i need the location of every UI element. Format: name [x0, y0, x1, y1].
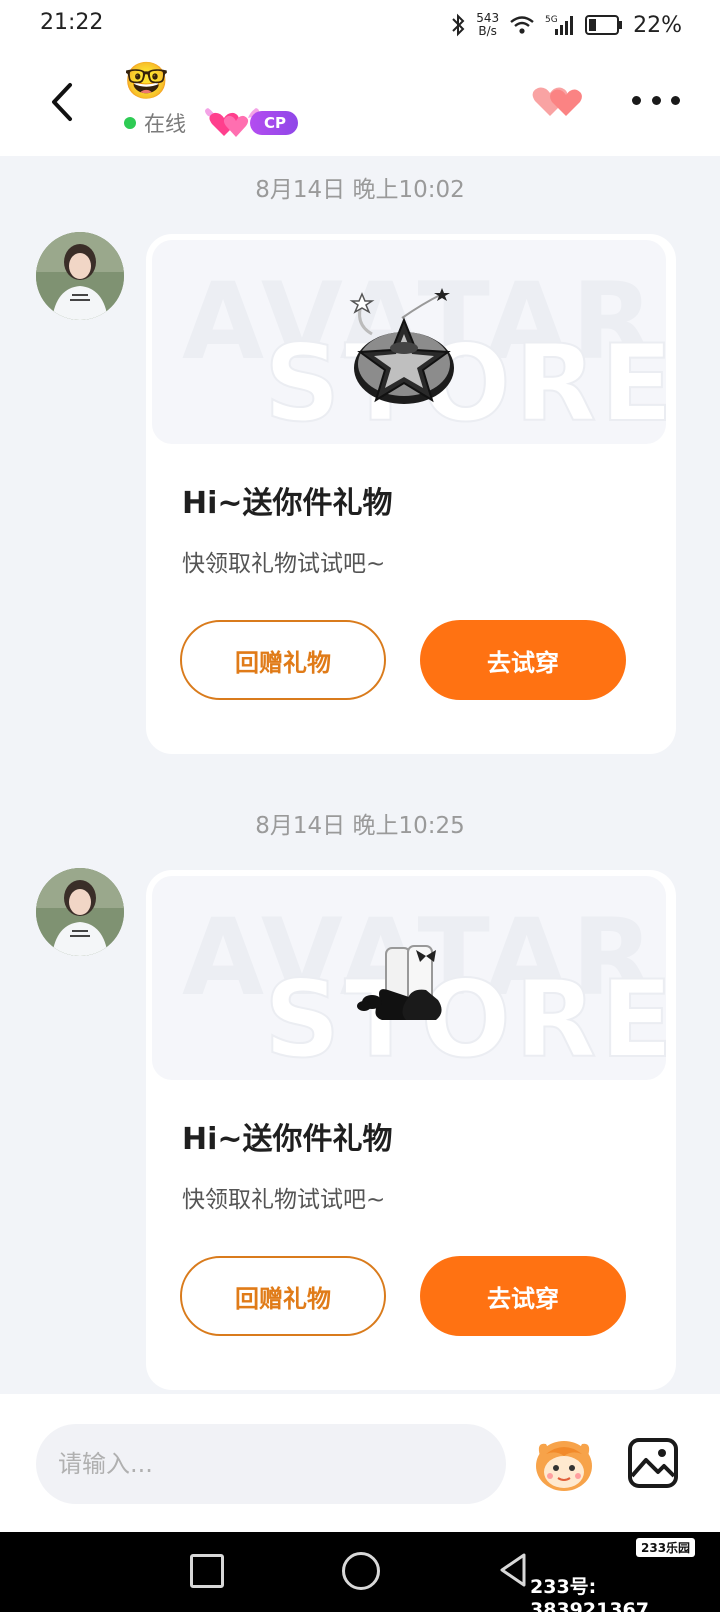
battery-percent: 22% — [633, 12, 682, 38]
sender-photo — [36, 232, 124, 320]
online-status-label: 在线 — [144, 112, 186, 136]
back-button[interactable] — [40, 76, 84, 128]
svg-text:5G: 5G — [545, 15, 558, 25]
more-options-button[interactable] — [632, 84, 680, 116]
system-nav-bar: 233乐园 233号: 383921367 — [0, 1532, 720, 1612]
more-dot-icon — [632, 95, 641, 105]
gift-banner: AVATAR STORE — [152, 876, 666, 1080]
chevron-left-icon — [52, 83, 72, 121]
message-timestamp: 8月14日 晚上10:25 — [255, 813, 465, 839]
return-gift-button[interactable]: 回赠礼物 — [180, 620, 386, 700]
online-dot-icon — [124, 117, 136, 129]
contact-emoji-avatar[interactable]: 🤓 — [124, 60, 169, 104]
recent-apps-button[interactable] — [190, 1554, 224, 1588]
watermark-logo: 233乐园 — [636, 1538, 696, 1557]
battery-icon — [585, 15, 623, 35]
cp-badge[interactable]: CP — [202, 106, 299, 140]
gift-banner: AVATAR STORE — [152, 240, 666, 444]
gift-subtitle: 快领取礼物试试吧~ — [182, 551, 386, 577]
mascot-emoji-icon[interactable] — [532, 1434, 596, 1494]
message-input[interactable] — [36, 1424, 506, 1504]
status-time: 21:22 — [40, 10, 104, 35]
intimacy-hearts-icon[interactable] — [530, 80, 586, 120]
net-speed: 543 B/s — [476, 12, 499, 38]
wifi-icon — [510, 16, 534, 34]
chat-header: 🤓 在线 CP — [0, 50, 720, 156]
bluetooth-icon — [452, 13, 465, 37]
try-on-button[interactable]: 去试穿 — [420, 620, 626, 700]
more-dot-icon — [651, 95, 661, 105]
sender-avatar[interactable] — [36, 868, 124, 956]
net-speed-unit: B/s — [478, 24, 497, 38]
gift-message-card: AVATAR STORE Hi~送你件礼物 快领取礼物试试吧~ 回赠礼物 去试穿 — [146, 870, 676, 1390]
star-hat-icon — [349, 288, 454, 404]
watermark-id: 233号: 383921367 — [530, 1576, 649, 1612]
status-icons: 543 B/s 5G 22% — [450, 8, 682, 42]
message-timestamp: 8月14日 晚上10:02 — [255, 177, 465, 203]
cellular-5g-icon: 5G — [545, 15, 574, 35]
image-picker-icon[interactable] — [626, 1436, 680, 1490]
nav-back-icon[interactable] — [494, 1550, 534, 1590]
status-bar: 21:22 543 B/s 5G 22% — [0, 0, 720, 50]
home-button[interactable] — [342, 1552, 380, 1590]
sender-photo — [36, 868, 124, 956]
message-input-bar — [0, 1394, 720, 1532]
more-dot-icon — [671, 95, 680, 105]
cp-badge-label: CP — [250, 111, 299, 135]
online-status-row: 在线 CP — [124, 106, 299, 140]
gift-title: Hi~送你件礼物 — [182, 1122, 393, 1157]
gift-subtitle: 快领取礼物试试吧~ — [182, 1187, 386, 1213]
gift-message-card: AVATAR STORE Hi~送你件礼物 快领取礼物试试吧~ 回赠礼物 去试穿 — [146, 234, 676, 754]
try-on-button[interactable]: 去试穿 — [420, 1256, 626, 1336]
gift-title: Hi~送你件礼物 — [182, 486, 393, 521]
sender-avatar[interactable] — [36, 232, 124, 320]
shoes-icon — [357, 945, 442, 1020]
return-gift-button[interactable]: 回赠礼物 — [180, 1256, 386, 1336]
